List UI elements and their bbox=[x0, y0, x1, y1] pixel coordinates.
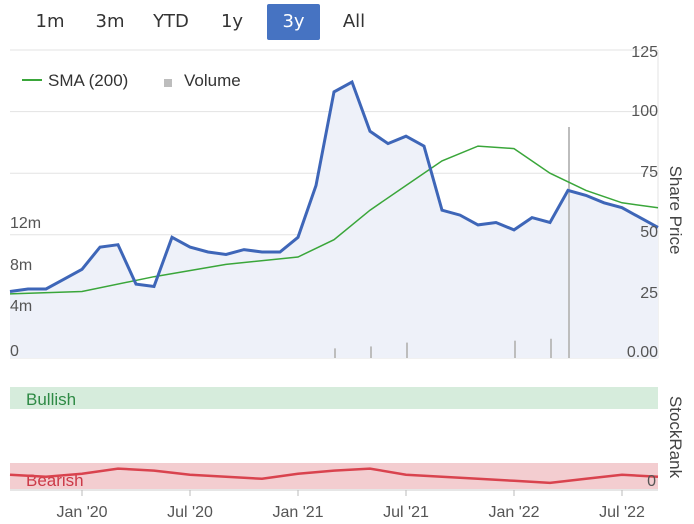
bullish-label: Bullish bbox=[26, 390, 76, 409]
volume-tick-0: 0 bbox=[10, 343, 19, 360]
legend: SMA (200) Volume bbox=[22, 71, 241, 90]
legend-volume-swatch bbox=[164, 79, 172, 87]
x-axis-ticks: Jan '20 Jul '20 Jan '21 Jul '21 Jan '22 Jul '… bbox=[56, 490, 645, 521]
x-tick-label: Jul '20 bbox=[167, 504, 213, 521]
bullish-band bbox=[10, 387, 658, 409]
price-chart: SMA (200) Volume 125 100 75 50 25 0.00 1… bbox=[9, 44, 685, 521]
x-tick-label: Jul '21 bbox=[383, 504, 429, 521]
price-area-fill bbox=[10, 82, 658, 358]
volume-tick-12m: 12m bbox=[10, 215, 41, 232]
price-tick-100: 100 bbox=[631, 103, 658, 120]
stockrank-tick-0: 0 bbox=[647, 473, 656, 490]
x-tick-label: Jan '22 bbox=[488, 504, 539, 521]
volume-bar bbox=[406, 342, 408, 358]
x-tick-label: Jul '22 bbox=[599, 504, 645, 521]
x-tick-label: Jan '20 bbox=[56, 504, 107, 521]
volume-bar bbox=[514, 340, 516, 358]
price-tick-50: 50 bbox=[640, 224, 658, 241]
bearish-band bbox=[10, 463, 658, 489]
price-tick-125: 125 bbox=[631, 44, 658, 61]
volume-bar bbox=[334, 348, 336, 358]
volume-bar bbox=[370, 346, 372, 358]
share-price-axis-label: Share Price bbox=[666, 166, 685, 255]
volume-tick-4m: 4m bbox=[10, 298, 32, 315]
stockrank-axis-label: StockRank bbox=[666, 396, 685, 479]
legend-volume-label[interactable]: Volume bbox=[184, 71, 241, 90]
legend-sma-label[interactable]: SMA (200) bbox=[48, 71, 128, 90]
x-tick-label: Jan '21 bbox=[272, 504, 323, 521]
price-tick-0: 0.00 bbox=[627, 344, 658, 361]
price-tick-25: 25 bbox=[640, 285, 658, 302]
price-tick-75: 75 bbox=[640, 164, 658, 181]
volume-bar bbox=[550, 338, 552, 358]
volume-bar bbox=[568, 127, 570, 358]
volume-tick-8m: 8m bbox=[10, 257, 32, 274]
